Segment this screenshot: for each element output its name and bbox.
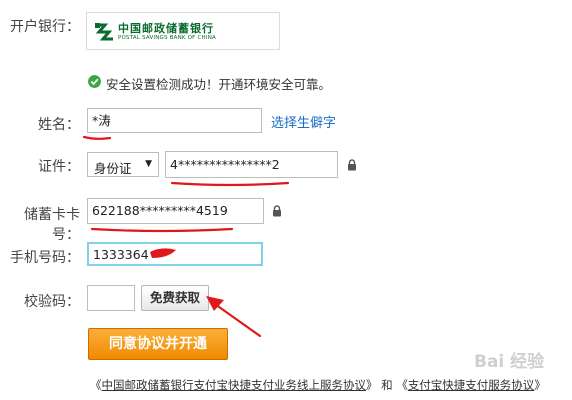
and-text: 和 <box>377 378 397 392</box>
quote-close: 》 <box>534 378 546 392</box>
bank-agreement-link[interactable]: 中国邮政储蓄银行支付宝快捷支付业务线上服务协议 <box>102 378 367 392</box>
code-input[interactable] <box>87 285 135 311</box>
phone-input[interactable]: 1333364 <box>87 242 263 266</box>
watermark: Bai 经验 <box>474 352 545 372</box>
id-label: 证件： <box>38 159 80 175</box>
card-label: 储蓄卡卡号： <box>24 207 80 243</box>
id-type-select[interactable]: 身份证 ▼ <box>87 152 159 177</box>
id-type-value: 身份证 <box>94 161 132 176</box>
code-label: 校验码： <box>24 294 80 310</box>
name-underline-mark <box>82 135 112 140</box>
bank-name-cn: 中国邮政储蓄银行 <box>118 22 214 35</box>
name-label: 姓名： <box>38 117 80 133</box>
lock-icon <box>348 159 356 171</box>
card-number-value: 622188*********4519 <box>92 203 228 218</box>
bank-label: 开户银行： <box>10 19 80 35</box>
get-code-button[interactable]: 免费获取 <box>141 285 209 311</box>
card-underline-mark <box>90 227 234 233</box>
agreement-footer: 《中国邮政储蓄银行支付宝快捷支付业务线上服务协议》 和 《支付宝快捷支付服务协议… <box>90 377 546 393</box>
lock-icon <box>273 205 281 217</box>
card-number-input[interactable]: 622188*********4519 <box>87 198 264 224</box>
bank-logo: 中国邮政储蓄银行 POSTAL SAVINGS BANK OF CHINA <box>86 12 280 50</box>
id-number-value: 4***************2 <box>170 157 280 172</box>
phone-value: 1333364 <box>93 247 149 262</box>
bank-name-en: POSTAL SAVINGS BANK OF CHINA <box>118 35 216 41</box>
chevron-down-icon: ▼ <box>145 159 152 169</box>
id-number-input[interactable]: 4***************2 <box>165 151 338 178</box>
annotation-overlay <box>82 135 290 338</box>
alipay-agreement-link[interactable]: 支付宝快捷支付服务协议 <box>408 378 535 392</box>
check-circle-icon <box>88 75 101 88</box>
id-underline-mark <box>170 181 290 187</box>
name-input[interactable]: *涛 <box>87 108 262 133</box>
phone-label: 手机号码： <box>10 250 80 266</box>
agree-submit-button[interactable]: 同意协议并开通 <box>88 328 228 360</box>
rare-char-link[interactable]: 选择生僻字 <box>271 112 336 131</box>
security-message: 安全设置检测成功！开通环境安全可靠。 <box>106 77 332 92</box>
quote-open: 《 <box>90 378 102 392</box>
name-value: *涛 <box>92 113 111 128</box>
bank-logo-icon <box>93 21 115 43</box>
quote-open: 《 <box>396 378 408 392</box>
quote-close: 》 <box>366 378 378 392</box>
